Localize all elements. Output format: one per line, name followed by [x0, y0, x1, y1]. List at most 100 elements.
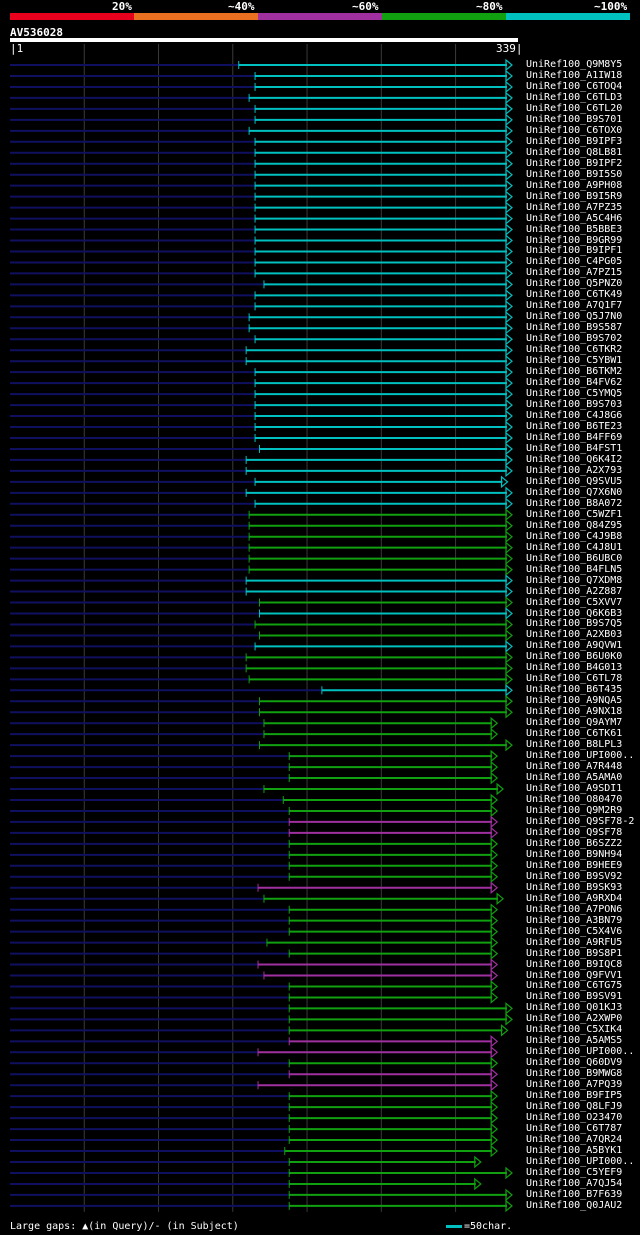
hit-label[interactable]: UniRef100_B5BBE3	[526, 224, 622, 235]
hit-label[interactable]: UniRef100_C5XIK4	[526, 1024, 622, 1035]
hit-label[interactable]: UniRef100_B9IPF3	[526, 136, 622, 147]
hit-label[interactable]: UniRef100_C6TKR2	[526, 344, 622, 355]
hit-label[interactable]: UniRef100_A5AMS5	[526, 1035, 622, 1046]
hit-label[interactable]: UniRef100_C5YBW1	[526, 355, 622, 366]
hit-label[interactable]: UniRef100_B9SV92	[526, 871, 622, 882]
hit-label[interactable]: UniRef100_Q01KJ3	[526, 1002, 622, 1013]
hit-label[interactable]: UniRef100_B4FLN5	[526, 564, 622, 575]
hit-label[interactable]: UniRef100_A5AMA0	[526, 772, 622, 783]
hit-label[interactable]: UniRef100_C5YEF9	[526, 1167, 622, 1178]
hit-label[interactable]: UniRef100_C6TOQ4	[526, 81, 622, 92]
hit-label[interactable]: UniRef100_A2XWP0	[526, 1013, 622, 1024]
hit-label[interactable]: UniRef100_A7PQ39	[526, 1079, 622, 1090]
hit-label[interactable]: UniRef100_B9I5R9	[526, 191, 622, 202]
hit-label[interactable]: UniRef100_C6T787	[526, 1123, 622, 1134]
hit-label[interactable]: UniRef100_Q9FVV1	[526, 970, 622, 981]
hit-label[interactable]: UniRef100_C4J8U1	[526, 542, 622, 553]
hit-label[interactable]: UniRef100_Q8LFJ9	[526, 1101, 622, 1112]
hit-label[interactable]: UniRef100_A9RFU5	[526, 937, 622, 948]
hit-label[interactable]: UniRef100_Q7XDM8	[526, 575, 622, 586]
hit-label[interactable]: UniRef100_B9HEE9	[526, 860, 622, 871]
hit-label[interactable]: UniRef100_O80470	[526, 794, 622, 805]
hit-label[interactable]: UniRef100_A9NQA5	[526, 695, 622, 706]
hit-label[interactable]: UniRef100_B9S703	[526, 399, 622, 410]
hit-label[interactable]: UniRef100_B9S587	[526, 322, 622, 333]
hit-label[interactable]: UniRef100_Q7X6N0	[526, 487, 622, 498]
hit-label[interactable]: UniRef100_C5X4V6	[526, 926, 622, 937]
hit-label[interactable]: UniRef100_Q8LB81	[526, 147, 622, 158]
hit-label[interactable]: UniRef100_A7QJ54	[526, 1178, 622, 1189]
hit-label[interactable]: UniRef100_A9SDI1	[526, 783, 622, 794]
hit-label[interactable]: UniRef100_Q0JAU2	[526, 1200, 622, 1211]
hit-label[interactable]: UniRef100_B9I5S0	[526, 169, 622, 180]
hit-label[interactable]: UniRef100_B4FV62	[526, 377, 622, 388]
hit-label[interactable]: UniRef100_C4PG05	[526, 256, 622, 267]
hit-label[interactable]: UniRef100_B9IPF2	[526, 158, 622, 169]
hit-label[interactable]: UniRef100_C5WZF1	[526, 509, 622, 520]
hit-label[interactable]: UniRef100_A5C4H6	[526, 213, 622, 224]
hit-label[interactable]: UniRef100_C4J8G6	[526, 410, 622, 421]
hit-label[interactable]: UniRef100_Q6K6B3	[526, 608, 622, 619]
hit-label[interactable]: UniRef100_B7F639	[526, 1189, 622, 1200]
hit-label[interactable]: UniRef100_B4FF69	[526, 432, 622, 443]
hit-label[interactable]: UniRef100_C4J9B8	[526, 531, 622, 542]
hit-label[interactable]: UniRef100_A9QVW1	[526, 640, 622, 651]
hit-label[interactable]: UniRef100_B8LPL3	[526, 739, 622, 750]
hit-label[interactable]: UniRef100_C5XVV7	[526, 597, 622, 608]
hit-label[interactable]: UniRef100_A9RXD4	[526, 893, 622, 904]
hit-label[interactable]: UniRef100_B6U0K0	[526, 651, 622, 662]
hit-label[interactable]: UniRef100_Q9M2R9	[526, 805, 622, 816]
hit-label[interactable]: UniRef100_B9S702	[526, 333, 622, 344]
hit-label[interactable]: UniRef100_A5BYK1	[526, 1145, 622, 1156]
hit-label[interactable]: UniRef100_B6TE23	[526, 421, 622, 432]
hit-label[interactable]: UniRef100_Q6K4I2	[526, 454, 622, 465]
hit-label[interactable]: UniRef100_Q5PNZ0	[526, 278, 622, 289]
hit-label[interactable]: UniRef100_A1IW18	[526, 70, 622, 81]
hit-label[interactable]: UniRef100_A7PZ35	[526, 202, 622, 213]
hit-label[interactable]: UniRef100_Q9SF78	[526, 827, 622, 838]
hit-label[interactable]: UniRef100_B9IPF1	[526, 245, 622, 256]
hit-label[interactable]: UniRef100_Q9SVU5	[526, 476, 622, 487]
hit-label[interactable]: UniRef100_C6TOX0	[526, 125, 622, 136]
hit-label[interactable]: UniRef100_Q9SF78-2	[526, 816, 634, 827]
hit-label[interactable]: UniRef100_C6TG75	[526, 980, 622, 991]
hit-label[interactable]: UniRef100_C6TK61	[526, 728, 622, 739]
hit-label[interactable]: UniRef100_C6TL20	[526, 103, 622, 114]
hit-label[interactable]: UniRef100_A9NX18	[526, 706, 622, 717]
hit-label[interactable]: UniRef100_C6TLD3	[526, 92, 622, 103]
hit-label[interactable]: UniRef100_Q9M8Y5	[526, 59, 622, 70]
hit-label[interactable]: UniRef100_C5YMQ5	[526, 388, 622, 399]
hit-label[interactable]: UniRef100_B6TKM2	[526, 366, 622, 377]
hit-label[interactable]: UniRef100_B9GR99	[526, 235, 622, 246]
hit-label[interactable]: UniRef100_Q60DV9	[526, 1057, 622, 1068]
hit-label[interactable]: UniRef100_UPI000..	[526, 750, 634, 761]
hit-label[interactable]: UniRef100_UPI000..	[526, 1156, 634, 1167]
hit-label[interactable]: UniRef100_B4G013	[526, 662, 622, 673]
hit-label[interactable]: UniRef100_C6TL78	[526, 673, 622, 684]
hit-label[interactable]: UniRef100_B9FIP5	[526, 1090, 622, 1101]
hit-label[interactable]: UniRef100_A7PZ15	[526, 267, 622, 278]
hit-label[interactable]: UniRef100_B6SZZ2	[526, 838, 622, 849]
hit-label[interactable]: UniRef100_B9S7Q5	[526, 618, 622, 629]
hit-label[interactable]: UniRef100_A2XB03	[526, 629, 622, 640]
hit-label[interactable]: UniRef100_A2X793	[526, 465, 622, 476]
hit-label[interactable]: UniRef100_B9SV91	[526, 991, 622, 1002]
hit-label[interactable]: UniRef100_Q9AYM7	[526, 717, 622, 728]
hit-label[interactable]: UniRef100_B9SK93	[526, 882, 622, 893]
hit-label[interactable]: UniRef100_C6TK49	[526, 289, 622, 300]
hit-label[interactable]: UniRef100_B9S701	[526, 114, 622, 125]
hit-label[interactable]: UniRef100_A7PON6	[526, 904, 622, 915]
hit-label[interactable]: UniRef100_B9NH94	[526, 849, 622, 860]
hit-label[interactable]: UniRef100_A7R448	[526, 761, 622, 772]
hit-label[interactable]: UniRef100_Q84Z95	[526, 520, 622, 531]
hit-label[interactable]: UniRef100_A7Q1F7	[526, 300, 622, 311]
hit-label[interactable]: UniRef100_B6T435	[526, 684, 622, 695]
hit-label[interactable]: UniRef100_A2Z887	[526, 586, 622, 597]
hit-label[interactable]: UniRef100_B6UBC0	[526, 553, 622, 564]
hit-label[interactable]: UniRef100_B9S8P1	[526, 948, 622, 959]
hit-label[interactable]: UniRef100_B9IQC8	[526, 959, 622, 970]
hit-label[interactable]: UniRef100_A7QR24	[526, 1134, 622, 1145]
hit-label[interactable]: UniRef100_A9PH08	[526, 180, 622, 191]
hit-label[interactable]: UniRef100_Q5J7N0	[526, 311, 622, 322]
hit-label[interactable]: UniRef100_B8A072	[526, 498, 622, 509]
